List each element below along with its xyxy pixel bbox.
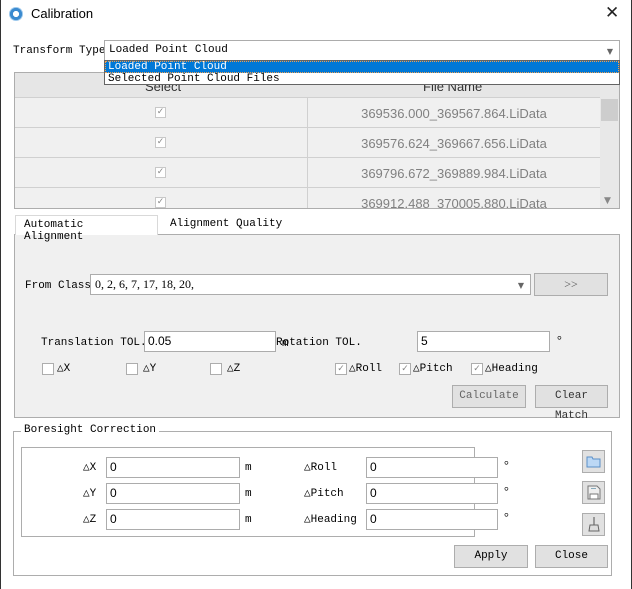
apply-button[interactable]: Apply (454, 545, 528, 568)
check-delta-heading[interactable]: ✓ (471, 363, 483, 375)
combo-value: Loaded Point Cloud (109, 44, 228, 56)
chevron-down-icon: ▼ (606, 47, 613, 56)
open-button[interactable] (582, 450, 605, 473)
table-row[interactable]: ✓ 369912.488_370005.880.LiData (15, 188, 600, 209)
check-delta-pitch[interactable]: ✓ (399, 363, 411, 375)
from-class-combo[interactable]: 0, 2, 6, 7, 17, 18, 20, ▼ (90, 274, 531, 295)
transform-type-combo[interactable]: Loaded Point Cloud ▼ (104, 40, 620, 61)
table-scrollbar[interactable]: ▼ (600, 73, 619, 208)
app-logo-icon (9, 7, 23, 21)
delta-y-label: △Y (83, 488, 97, 500)
transform-type-label: Transform Type (13, 45, 106, 57)
option-selected-point-cloud-files[interactable]: Selected Point Cloud Files (105, 73, 619, 85)
check-delta-y-label: △Y (143, 363, 157, 375)
chevron-down-icon: ▼ (517, 281, 524, 290)
close-icon[interactable]: ✕ (605, 3, 619, 23)
clear-match-button[interactable]: Clear Match (535, 385, 608, 422)
option-loaded-point-cloud[interactable]: Loaded Point Cloud (105, 61, 619, 73)
combo-value: 0, 2, 6, 7, 17, 18, 20, (95, 277, 194, 291)
file-name: 369912.488_370005.880.LiData (361, 196, 547, 209)
delta-heading-label: △Heading (304, 514, 357, 526)
row-checkbox[interactable]: ✓ (155, 197, 166, 208)
rotation-unit: ° (557, 333, 562, 347)
scroll-down-icon[interactable]: ▼ (604, 196, 611, 206)
delta-z-unit: m (245, 514, 252, 526)
delta-y-input[interactable]: 0 (106, 483, 240, 504)
delta-pitch-unit: ° (504, 484, 509, 498)
save-icon (587, 485, 601, 500)
delta-roll-input[interactable]: 0 (366, 457, 498, 478)
file-name: 369536.000_369567.864.LiData (361, 106, 547, 121)
check-delta-y[interactable] (126, 363, 138, 375)
translation-tol-input[interactable]: 0.05 (144, 331, 276, 352)
delta-z-label: △Z (83, 514, 97, 526)
from-class-label: From Class: (25, 280, 98, 292)
close-button[interactable]: Close (535, 545, 608, 568)
check-delta-heading-label: △Heading (485, 363, 538, 375)
transform-type-dropdown: Loaded Point Cloud Selected Point Cloud … (104, 60, 620, 85)
delta-pitch-label: △Pitch (304, 488, 344, 500)
rotation-tol-input[interactable]: 5 (417, 331, 550, 352)
check-delta-z-label: △Z (227, 363, 241, 375)
save-button[interactable] (582, 481, 605, 504)
file-table: Select File Name ✓ 369536.000_369567.864.L… (14, 72, 620, 209)
delta-heading-input[interactable]: 0 (366, 509, 498, 530)
delta-roll-label: △Roll (304, 462, 338, 474)
delta-x-label: △X (83, 462, 97, 474)
delta-x-unit: m (245, 462, 252, 474)
clear-button[interactable] (582, 513, 605, 536)
row-checkbox[interactable]: ✓ (155, 107, 166, 118)
file-name: 369796.672_369889.984.LiData (361, 166, 547, 181)
class-select-button[interactable]: >> (534, 273, 608, 296)
automatic-alignment-pane (14, 234, 620, 418)
scroll-thumb[interactable] (601, 99, 618, 121)
delta-pitch-input[interactable]: 0 (366, 483, 498, 504)
row-checkbox[interactable]: ✓ (155, 167, 166, 178)
row-checkbox[interactable]: ✓ (155, 137, 166, 148)
window-title: Calibration (31, 6, 94, 21)
folder-open-icon (586, 456, 601, 468)
delta-y-unit: m (245, 488, 252, 500)
check-delta-x[interactable] (42, 363, 54, 375)
table-row[interactable]: ✓ 369576.624_369667.656.LiData (15, 128, 600, 158)
table-row[interactable]: ✓ 369796.672_369889.984.LiData (15, 158, 600, 188)
check-delta-roll-label: △Roll (349, 363, 383, 375)
check-delta-roll[interactable]: ✓ (335, 363, 347, 375)
delta-heading-unit: ° (504, 510, 509, 524)
rotation-tol-label: Rotation TOL. (276, 337, 362, 349)
calculate-button[interactable]: Calculate (452, 385, 526, 408)
check-delta-z[interactable] (210, 363, 222, 375)
table-row[interactable]: ✓ 369536.000_369567.864.LiData (15, 98, 600, 128)
check-delta-pitch-label: △Pitch (413, 363, 453, 375)
check-delta-x-label: △X (57, 363, 71, 375)
delta-z-input[interactable]: 0 (106, 509, 240, 530)
file-name: 369576.624_369667.656.LiData (361, 136, 547, 151)
brush-icon (588, 517, 600, 532)
delta-x-input[interactable]: 0 (106, 457, 240, 478)
delta-roll-unit: ° (504, 458, 509, 472)
tab-alignment-quality[interactable]: Alignment Quality (162, 215, 290, 235)
tab-automatic-alignment[interactable]: Automatic Alignment (15, 215, 158, 243)
translation-tol-label: Translation TOL. (41, 337, 147, 349)
boresight-correction-title: Boresight Correction (21, 424, 160, 436)
